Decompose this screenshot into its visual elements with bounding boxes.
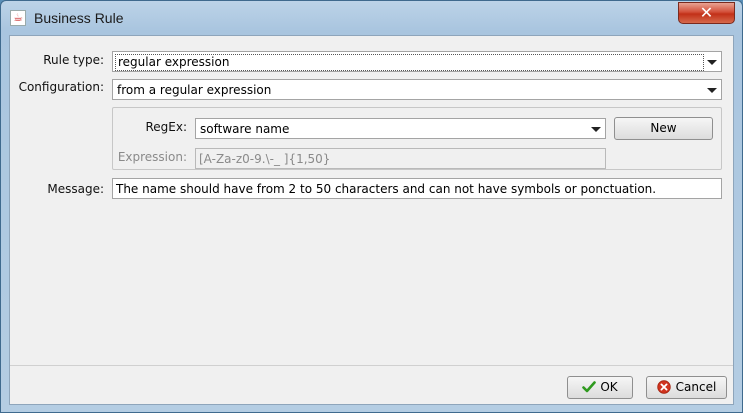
message-label: Message: <box>47 182 104 196</box>
cancel-icon <box>656 380 671 394</box>
close-button[interactable]: ✕ <box>678 2 735 24</box>
cancel-button[interactable]: Cancel <box>646 376 727 399</box>
dialog-content: Rule type: regular expression Configurat… <box>9 35 734 405</box>
message-value: The name should have from 2 to 50 charac… <box>116 182 657 196</box>
rule-type-dropdown[interactable]: regular expression <box>112 51 722 72</box>
dialog-window: ☕ Business Rule ✕ Rule type: regular exp… <box>0 0 743 413</box>
expression-value: [A-Za-z0-9.\-_ ]{1,50} <box>199 152 331 166</box>
expression-label: Expression: <box>117 150 187 164</box>
rule-type-label: Rule type: <box>43 53 104 67</box>
close-icon: ✕ <box>699 3 714 22</box>
configuration-label: Configuration: <box>18 80 104 94</box>
expression-field: [A-Za-z0-9.\-_ ]{1,50} <box>195 148 606 169</box>
chevron-down-icon <box>707 88 717 93</box>
regex-dropdown[interactable]: software name <box>195 118 606 139</box>
regex-value: software name <box>200 122 290 136</box>
ok-label: OK <box>600 380 618 394</box>
regex-panel: RegEx: software name New Expression: [A-… <box>112 107 722 170</box>
regex-label: RegEx: <box>145 120 187 134</box>
footer-separator <box>10 365 733 366</box>
title-bar[interactable]: ☕ Business Rule ✕ <box>1 1 742 35</box>
window-title: Business Rule <box>34 10 124 26</box>
configuration-value: from a regular expression <box>117 83 272 97</box>
chevron-down-icon <box>591 127 601 132</box>
cancel-label: Cancel <box>675 380 717 394</box>
configuration-dropdown[interactable]: from a regular expression <box>112 79 722 100</box>
ok-button[interactable]: OK <box>567 376 633 399</box>
java-app-icon: ☕ <box>10 10 26 26</box>
check-icon <box>582 381 597 393</box>
chevron-down-icon <box>707 60 717 65</box>
message-input[interactable]: The name should have from 2 to 50 charac… <box>112 178 722 199</box>
new-regex-button[interactable]: New <box>614 117 713 140</box>
rule-type-value: regular expression <box>115 54 704 71</box>
